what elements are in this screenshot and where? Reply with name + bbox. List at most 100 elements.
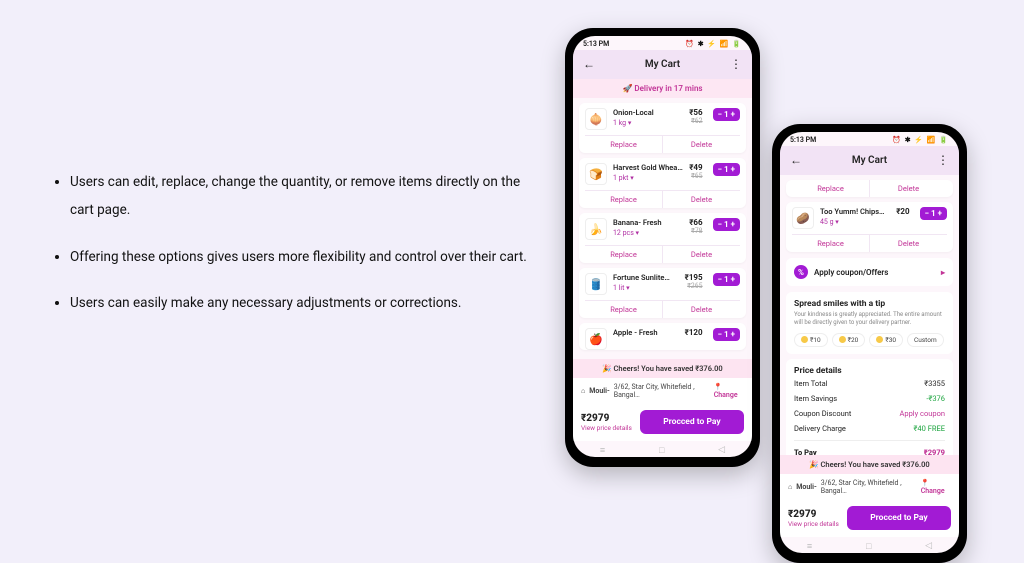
- more-icon[interactable]: ⋮: [937, 153, 949, 167]
- tip-title: Spread smiles with a tip: [794, 299, 945, 309]
- discount-icon: %: [794, 265, 808, 279]
- phone-mockup-b: 5:13 PM ⏰ ✱ ⚡ 📶 🔋 ← My Cart ⋮ Replace De…: [772, 124, 967, 563]
- tip-option-custom[interactable]: Custom: [907, 333, 944, 347]
- cart-item: 🍎 Apple - Fresh ₹120 −1+: [579, 323, 746, 350]
- item-old-price: ₹62: [689, 117, 702, 125]
- status-bar: 5:13 PM ⏰ ✱ ⚡ 📶 🔋: [780, 132, 959, 146]
- change-button[interactable]: 📍 Change: [714, 383, 744, 399]
- cart-item: 🍌 Banana- Fresh 12 pcs ₹66₹78 −1+ ReplaceDele…: [579, 213, 746, 263]
- quantity-stepper[interactable]: −1+: [920, 207, 947, 220]
- product-thumb: 🍎: [585, 328, 607, 350]
- product-name: Banana- Fresh: [613, 218, 683, 227]
- tip-option[interactable]: ₹10: [794, 333, 828, 347]
- delete-button[interactable]: Delete: [663, 136, 740, 153]
- delete-button[interactable]: Delete: [870, 235, 947, 252]
- savings-banner: 🎉 Cheers! You have saved ₹376.00: [780, 455, 959, 474]
- description-bullets: Users can edit, replace, change the quan…: [50, 168, 540, 335]
- chevron-right-icon: ▸: [941, 268, 945, 277]
- cart-item: 🍞 Harvest Gold Wheat… 1 pkt ₹49₹65 −1+ Replac…: [579, 158, 746, 208]
- savings-banner: 🎉 Cheers! You have saved ₹376.00: [573, 359, 752, 378]
- quantity-stepper[interactable]: −1+: [713, 273, 740, 286]
- variant-selector[interactable]: 12 pcs: [613, 229, 683, 237]
- replace-button[interactable]: Replace: [585, 301, 663, 318]
- quantity-stepper[interactable]: −1+: [713, 163, 740, 176]
- pay-total: ₹2979: [788, 509, 839, 520]
- item-old-price: ₹65: [689, 172, 702, 180]
- variant-selector[interactable]: 1 pkt: [613, 174, 683, 182]
- quantity-stepper[interactable]: −1+: [713, 328, 740, 341]
- titlebar: ← My Cart ⋮: [573, 50, 752, 79]
- checkout-bar: ₹2979 View price details Procced to Pay: [780, 500, 959, 537]
- delete-button[interactable]: Delete: [870, 180, 947, 197]
- delete-button[interactable]: Delete: [663, 246, 740, 263]
- bullet: Users can edit, replace, change the quan…: [70, 168, 540, 225]
- apply-coupon-link[interactable]: Apply coupon: [899, 409, 945, 418]
- status-bar: 5:13 PM ⏰ ✱ ⚡ 📶 🔋: [573, 36, 752, 50]
- titlebar: ← My Cart ⋮: [780, 146, 959, 175]
- product-name: Fortune Sunlite…: [613, 273, 679, 282]
- item-price: ₹120: [685, 328, 703, 337]
- address-text: 3/62, Star City, Whitefield , Bangal…: [614, 383, 710, 399]
- address-row[interactable]: ⌂ Mouli- 3/62, Star City, Whitefield , B…: [573, 378, 752, 404]
- replace-button[interactable]: Replace: [792, 235, 870, 252]
- proceed-button[interactable]: Procced to Pay: [640, 410, 744, 434]
- status-time: 5:13 PM: [790, 136, 816, 144]
- product-thumb: 🛢️: [585, 273, 607, 295]
- status-icons: ⏰ ✱ ⚡ 📶 🔋: [892, 136, 949, 144]
- replace-button[interactable]: Replace: [585, 191, 663, 208]
- back-icon[interactable]: ←: [583, 57, 595, 71]
- status-time: 5:13 PM: [583, 40, 609, 48]
- product-name: Harvest Gold Wheat…: [613, 163, 683, 172]
- system-nav: ≡□◁: [573, 441, 752, 457]
- product-name: Apple - Fresh: [613, 328, 679, 337]
- item-price: ₹20: [896, 207, 909, 216]
- item-price: ₹195: [685, 273, 703, 282]
- product-name: Too Yumm! Chips…: [820, 207, 890, 216]
- bullet: Offering these options gives users more …: [70, 243, 540, 271]
- price-details-link[interactable]: View price details: [788, 520, 839, 528]
- page-title: My Cart: [852, 155, 887, 166]
- product-thumb: 🍞: [585, 163, 607, 185]
- tip-option[interactable]: ₹20: [832, 333, 866, 347]
- proceed-button[interactable]: Procced to Pay: [847, 506, 951, 530]
- item-old-price: ₹78: [689, 227, 702, 235]
- phone-mockup-a: 5:13 PM ⏰ ✱ ⚡ 📶 🔋 ← My Cart ⋮ 🚀 Delivery…: [565, 28, 760, 467]
- tip-option[interactable]: ₹30: [869, 333, 903, 347]
- product-thumb: 🍌: [585, 218, 607, 240]
- address-row[interactable]: ⌂ Mouli- 3/62, Star City, Whitefield , B…: [780, 474, 959, 500]
- tip-subtitle: Your kindness is greatly appreciated. Th…: [794, 311, 945, 327]
- status-icons: ⏰ ✱ ⚡ 📶 🔋: [685, 40, 742, 48]
- quantity-stepper[interactable]: −1+: [713, 218, 740, 231]
- home-icon: ⌂: [581, 387, 585, 395]
- replace-button[interactable]: Replace: [585, 246, 663, 263]
- variant-selector[interactable]: 1 lit: [613, 284, 679, 292]
- back-icon[interactable]: ←: [790, 153, 802, 167]
- variant-selector[interactable]: 45 g: [820, 218, 890, 226]
- item-price: ₹49: [689, 163, 702, 172]
- bullet: Users can easily make any necessary adju…: [70, 289, 540, 317]
- tip-section: Spread smiles with a tip Your kindness i…: [786, 292, 953, 354]
- product-name: Onion-Local: [613, 108, 683, 117]
- pay-total: ₹2979: [581, 413, 632, 424]
- coupon-row[interactable]: % Apply coupon/Offers ▸: [786, 258, 953, 286]
- item-price: ₹66: [689, 218, 702, 227]
- address-text: 3/62, Star City, Whitefield , Bangal…: [821, 479, 917, 495]
- home-icon: ⌂: [788, 483, 792, 491]
- replace-button[interactable]: Replace: [792, 180, 870, 197]
- price-details-link[interactable]: View price details: [581, 424, 632, 432]
- more-icon[interactable]: ⋮: [730, 57, 742, 71]
- variant-selector[interactable]: 1 kg: [613, 119, 683, 127]
- checkout-bar: ₹2979 View price details Procced to Pay: [573, 404, 752, 441]
- change-button[interactable]: 📍 Change: [921, 479, 951, 495]
- item-old-price: ₹265: [685, 282, 703, 290]
- item-price: ₹56: [689, 108, 702, 117]
- replace-button[interactable]: Replace: [585, 136, 663, 153]
- delete-button[interactable]: Delete: [663, 301, 740, 318]
- delivery-banner: 🚀 Delivery in 17 mins: [573, 79, 752, 98]
- quantity-stepper[interactable]: −1+: [713, 108, 740, 121]
- cart-item: 🧅 Onion-Local 1 kg ₹56₹62 −1+ ReplaceDelete: [579, 103, 746, 153]
- delete-button[interactable]: Delete: [663, 191, 740, 208]
- price-details: Price details Item Total₹3355 Item Savin…: [786, 359, 953, 455]
- page-title: My Cart: [645, 59, 680, 70]
- product-thumb: 🧅: [585, 108, 607, 130]
